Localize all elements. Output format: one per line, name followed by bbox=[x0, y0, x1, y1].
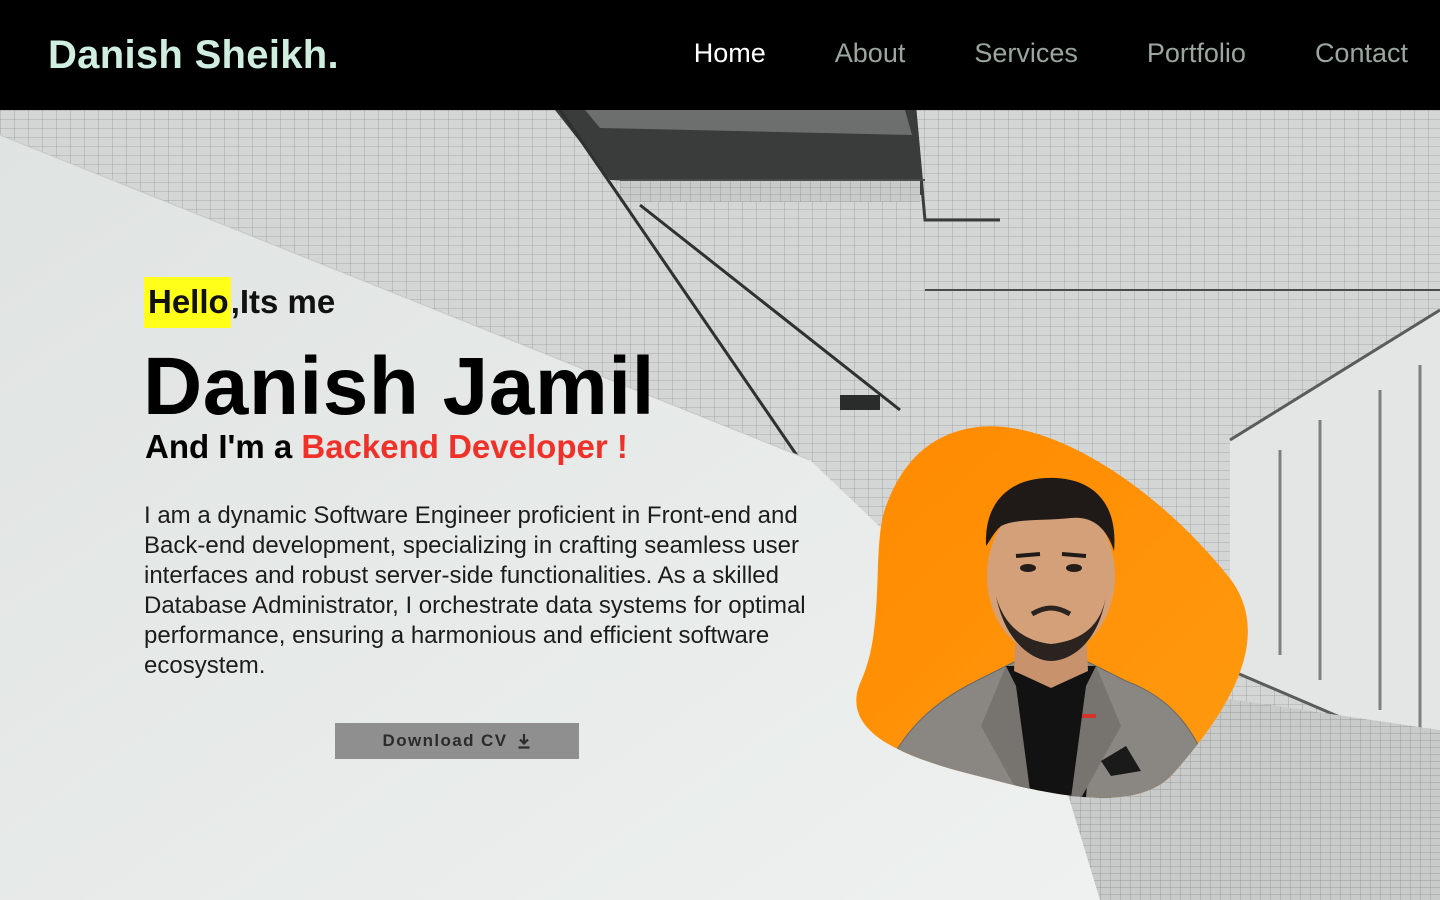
bio-paragraph: I am a dynamic Software Engineer profici… bbox=[144, 502, 806, 679]
nav-portfolio[interactable]: Portfolio bbox=[1147, 38, 1246, 69]
download-cv-button[interactable]: Download CV bbox=[335, 723, 579, 759]
brand-logo[interactable]: Danish Sheikh. bbox=[48, 33, 339, 78]
portrait-blob bbox=[856, 426, 1248, 798]
greeting: Hello,Its me bbox=[144, 277, 336, 328]
hero-section: Hello,Its me Danish Jamil And I'm a Back… bbox=[0, 110, 1440, 900]
role-line: And I'm a Backend Developer ! bbox=[145, 428, 628, 466]
top-navbar: Danish Sheikh. Home About Services Portf… bbox=[0, 0, 1440, 110]
nav-services[interactable]: Services bbox=[974, 38, 1078, 69]
profile-photo bbox=[856, 426, 1256, 800]
hero-name: Danish Jamil bbox=[143, 341, 655, 432]
nav-home[interactable]: Home bbox=[694, 38, 766, 69]
download-cv-label: Download CV bbox=[382, 731, 508, 750]
download-icon bbox=[518, 734, 530, 749]
greeting-rest: ,Its me bbox=[230, 283, 336, 320]
nav-contact[interactable]: Contact bbox=[1315, 38, 1408, 69]
nav-menu: Home About Services Portfolio Contact bbox=[694, 38, 1408, 69]
nav-about[interactable]: About bbox=[835, 38, 906, 69]
role-prefix: And I'm a bbox=[145, 428, 302, 465]
role-title: Backend Developer ! bbox=[301, 428, 628, 465]
greeting-highlight: Hello bbox=[144, 277, 231, 328]
